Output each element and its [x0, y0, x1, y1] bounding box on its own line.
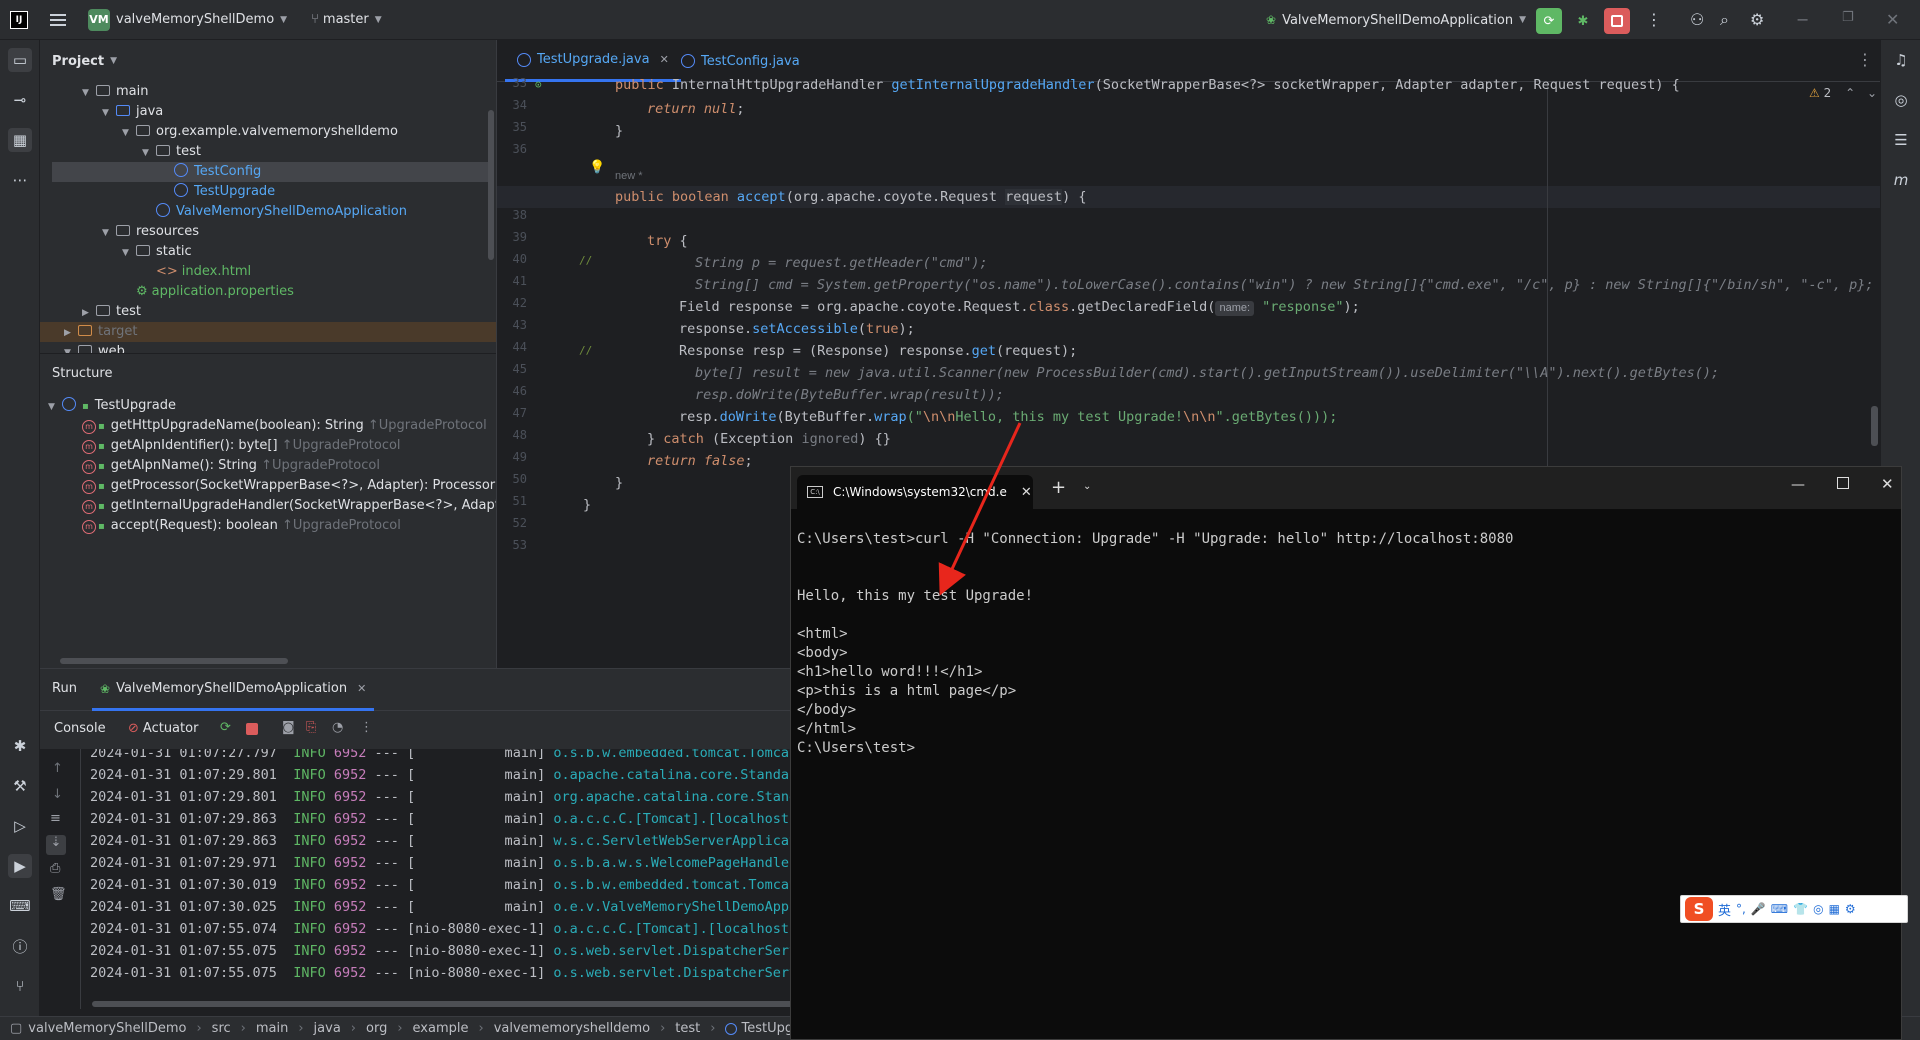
microphone-icon[interactable]: 🎤 — [1751, 902, 1766, 916]
keyboard-icon[interactable]: ⌨ — [1771, 902, 1788, 916]
annotation-arrow — [938, 422, 1022, 596]
ime-language-toggle[interactable]: 英 — [1718, 900, 1731, 919]
settings-gear-icon[interactable]: ⚙ — [1845, 902, 1856, 916]
apps-grid-icon[interactable]: ▦ — [1829, 902, 1840, 916]
skin-icon[interactable]: 👕 — [1793, 902, 1808, 916]
ime-toolbar: S 英 °, 🎤 ⌨ 👕 ◎ ▦ ⚙ — [1680, 895, 1908, 923]
punctuation-icon[interactable]: °, — [1736, 902, 1746, 916]
game-icon[interactable]: ◎ — [1813, 902, 1823, 916]
arrow-line — [938, 422, 1022, 596]
sogou-logo[interactable]: S — [1685, 897, 1713, 921]
